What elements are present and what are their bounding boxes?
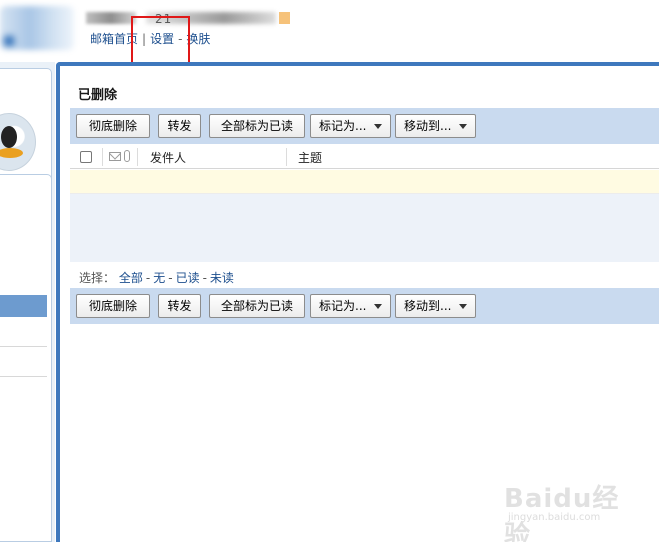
caret-down-icon [374, 124, 383, 129]
attachment-icon [124, 150, 130, 162]
forward-button[interactable]: 转发 [158, 114, 201, 138]
select-read-link[interactable]: 已读 [176, 271, 200, 285]
button-label: 转发 [167, 299, 192, 313]
select-none-link[interactable]: 无 [153, 271, 165, 285]
delete-permanently-button[interactable]: 彻底删除 [76, 114, 150, 138]
watermark-url: jingyan.baidu.com [508, 512, 601, 523]
toolbar-top: 彻底删除 转发 全部标为已读 标记为... 移动到... [70, 108, 659, 144]
header: 21 邮箱首页 | 设置 - 换肤 [0, 0, 659, 76]
button-label: 标记为... [319, 299, 367, 313]
watermark-logo: Baidu经验 [504, 484, 620, 542]
mark-all-read-button[interactable]: 全部标为已读 [209, 294, 305, 318]
column-divider [102, 148, 103, 166]
sidebar-divider [0, 346, 47, 347]
logo-blurred [0, 6, 74, 50]
move-to-dropdown[interactable]: 移动到... [395, 294, 476, 318]
button-label: 移动到... [404, 119, 452, 133]
button-label: 彻底删除 [88, 299, 137, 313]
caret-down-icon [459, 304, 468, 309]
button-label: 全部标为已读 [220, 119, 293, 133]
mark-as-dropdown[interactable]: 标记为... [310, 114, 391, 138]
column-divider [137, 148, 138, 166]
button-label: 转发 [167, 119, 192, 133]
folder-list-panel [0, 174, 52, 542]
selection-filter: 选择： 全部 - 无 - 已读 - 未读 [79, 269, 234, 286]
separator: - [168, 271, 173, 285]
mail-list-area [70, 194, 659, 262]
column-subject[interactable]: 主题 [298, 149, 322, 166]
button-label: 移动到... [404, 299, 452, 313]
caret-down-icon [374, 304, 383, 309]
select-all-checkbox[interactable] [80, 151, 92, 163]
account-badge [279, 12, 290, 24]
baidu-jingyan-watermark: Baidu经验 jingyan.baidu.com [504, 476, 634, 542]
main-content: 已删除 彻底删除 转发 全部标为已读 标记为... 移动到... 发件人 主题 … [56, 62, 659, 542]
button-label: 标记为... [319, 119, 367, 133]
button-label: 全部标为已读 [220, 299, 293, 313]
separator: - [202, 271, 207, 285]
toolbar-bottom: 彻底删除 转发 全部标为已读 标记为... 移动到... [70, 288, 659, 324]
mail-list-empty-row [70, 170, 659, 194]
mail-list-header: 发件人 主题 [70, 145, 659, 169]
mark-all-read-button[interactable]: 全部标为已读 [209, 114, 305, 138]
sidebar-item-active[interactable] [0, 295, 47, 317]
move-to-dropdown[interactable]: 移动到... [395, 114, 476, 138]
forward-button[interactable]: 转发 [158, 294, 201, 318]
caret-down-icon [459, 124, 468, 129]
button-label: 彻底删除 [88, 119, 137, 133]
column-divider [286, 148, 287, 166]
sidebar-divider [0, 376, 47, 377]
account-avatar-blurred [86, 12, 136, 24]
envelope-icon [109, 152, 121, 161]
separator: - [145, 271, 151, 285]
select-unread-link[interactable]: 未读 [210, 271, 234, 285]
left-sidebar [0, 62, 55, 542]
selection-label: 选择： [79, 271, 116, 285]
qq-penguin-icon [0, 113, 36, 171]
select-all-link[interactable]: 全部 [119, 271, 143, 285]
link-change-skin[interactable]: 换肤 [186, 32, 210, 46]
delete-permanently-button[interactable]: 彻底删除 [76, 294, 150, 318]
mark-as-dropdown[interactable]: 标记为... [310, 294, 391, 318]
column-sender[interactable]: 发件人 [150, 149, 186, 166]
folder-title: 已删除 [78, 88, 118, 103]
